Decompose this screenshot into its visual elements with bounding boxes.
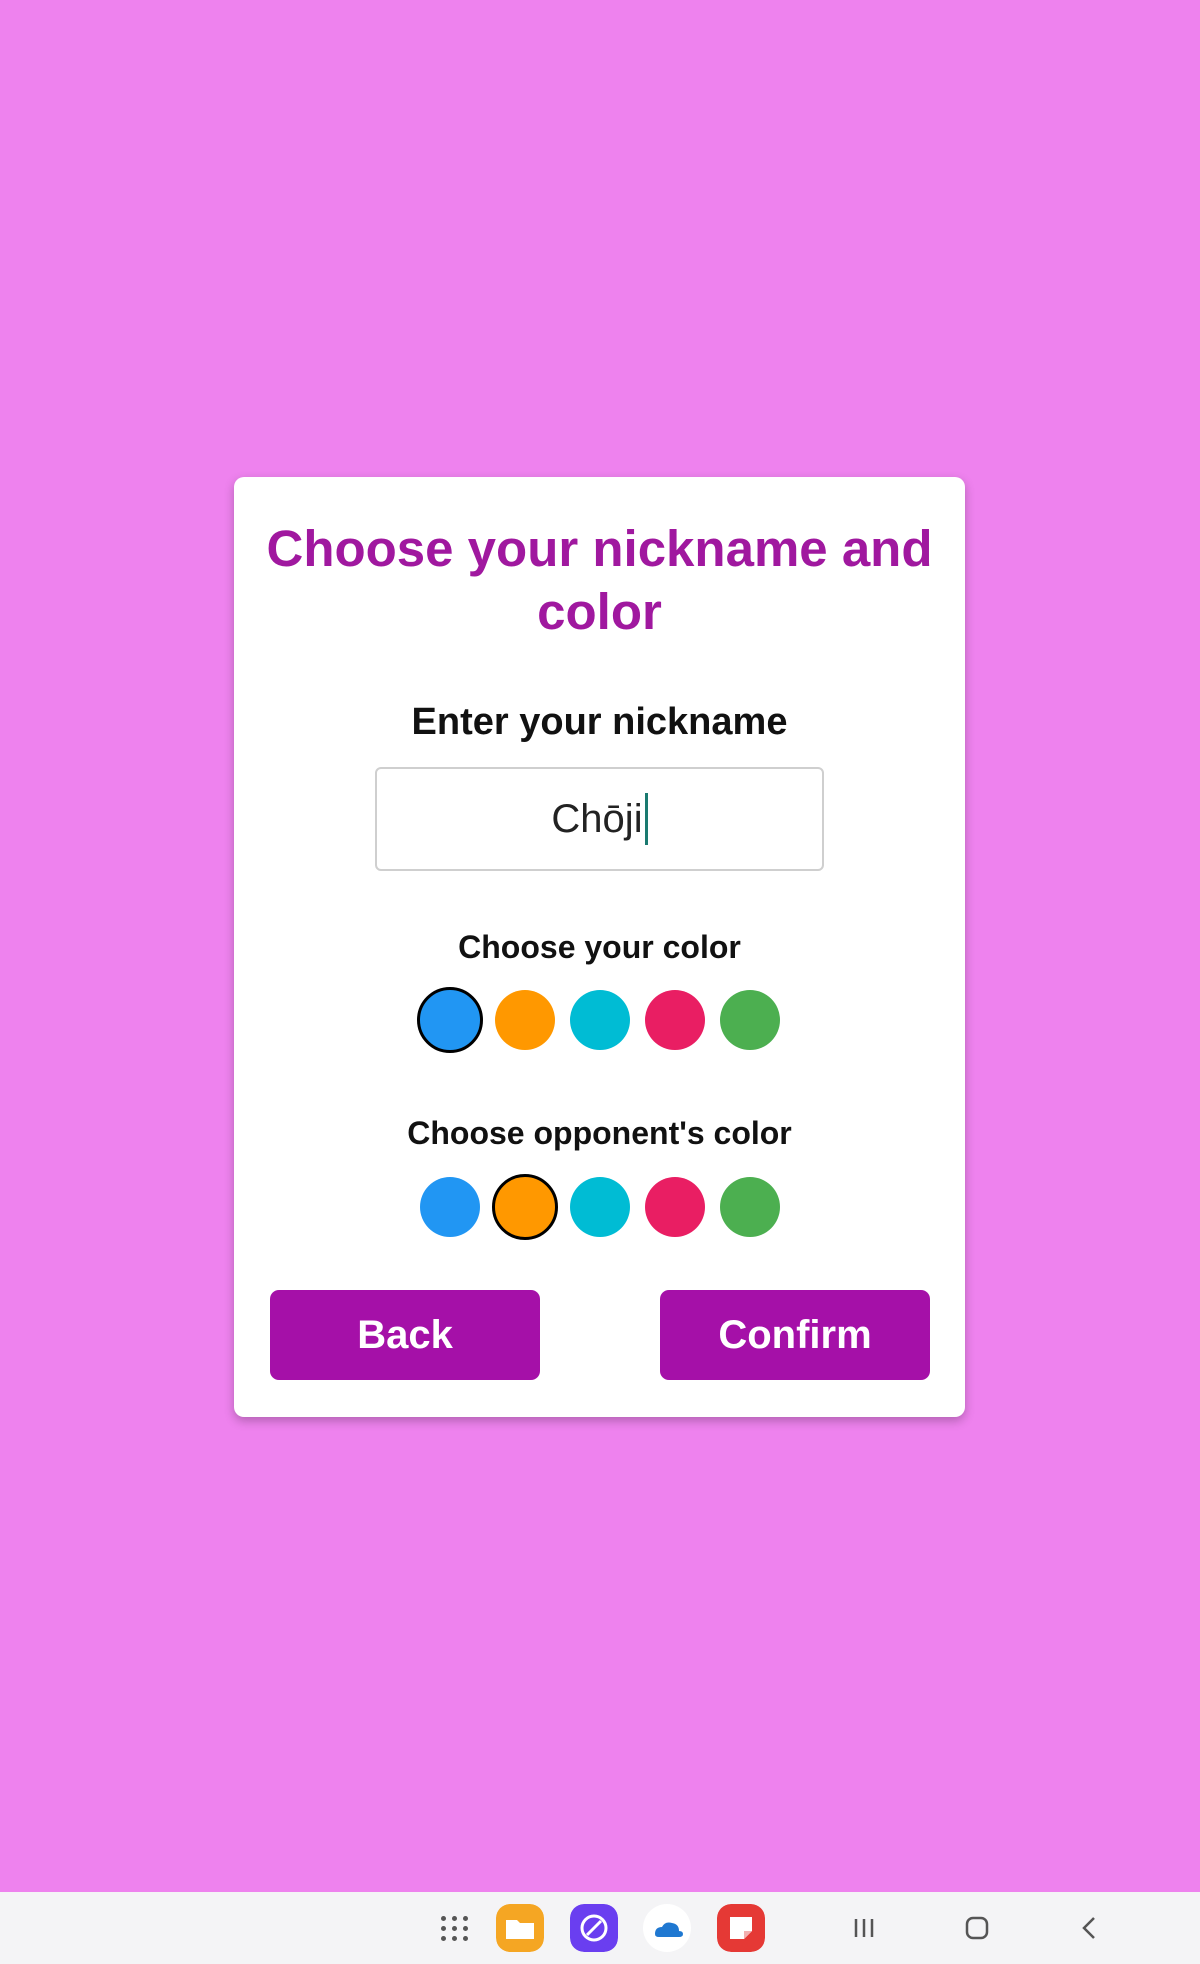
- home-icon[interactable]: [962, 1913, 992, 1943]
- system-taskbar: [0, 1892, 1200, 1964]
- recent-apps-icon[interactable]: [849, 1913, 879, 1943]
- opponent-color-blue-swatch[interactable]: [419, 1177, 480, 1237]
- text-caret: [644, 793, 648, 845]
- notes-icon[interactable]: [717, 1904, 765, 1952]
- back-icon[interactable]: [1075, 1913, 1105, 1943]
- nickname-label: Enter your nickname: [411, 701, 788, 743]
- own-color-picker: [234, 987, 965, 1053]
- opponent-color-label: Choose opponent's color: [407, 1115, 792, 1151]
- own-color-cyan-swatch[interactable]: [569, 990, 630, 1050]
- own-color-green-swatch[interactable]: [719, 990, 780, 1050]
- opponent-color-cyan-swatch[interactable]: [569, 1177, 630, 1237]
- opponent-color-orange-swatch[interactable]: [491, 1174, 558, 1240]
- nickname-color-dialog: Choose your nickname and color Enter you…: [234, 477, 965, 1417]
- nickname-value: Chōji: [551, 796, 643, 841]
- opponent-color-pink-swatch[interactable]: [644, 1177, 705, 1237]
- opponent-color-picker: [234, 1174, 965, 1240]
- confirm-button[interactable]: Confirm: [660, 1290, 930, 1380]
- app-drawer-icon[interactable]: [440, 1913, 470, 1943]
- back-button[interactable]: Back: [270, 1290, 540, 1380]
- own-color-blue-swatch[interactable]: [416, 987, 483, 1053]
- own-color-orange-swatch[interactable]: [494, 990, 555, 1050]
- my-files-icon[interactable]: [496, 1904, 544, 1952]
- onedrive-icon[interactable]: [643, 1904, 691, 1952]
- own-color-pink-swatch[interactable]: [644, 990, 705, 1050]
- own-color-label: Choose your color: [458, 929, 741, 965]
- nickname-input[interactable]: Chōji: [375, 767, 824, 871]
- opponent-color-green-swatch[interactable]: [719, 1177, 780, 1237]
- dialog-title: Choose your nickname and color: [266, 520, 933, 640]
- internet-browser-icon[interactable]: [570, 1904, 618, 1952]
